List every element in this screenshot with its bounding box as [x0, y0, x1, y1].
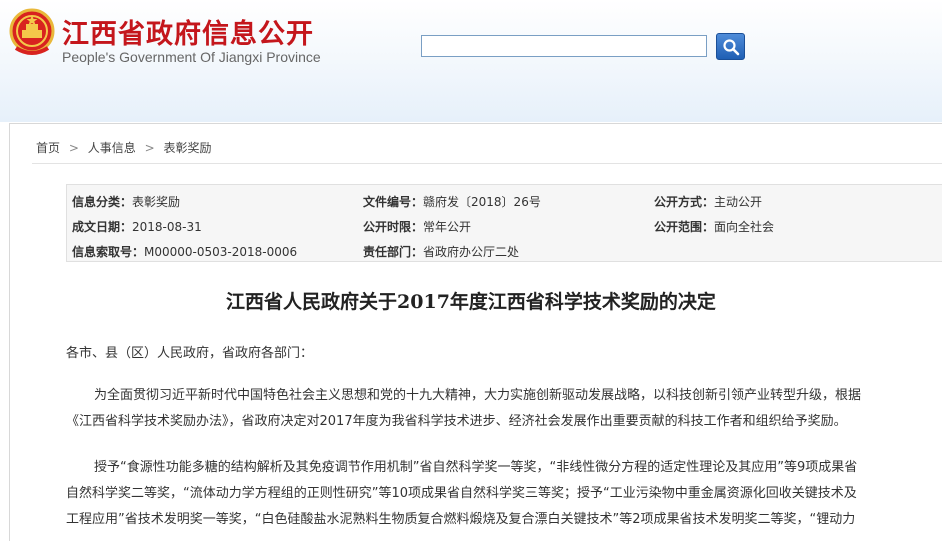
- meta-date-label: 成文日期：: [72, 220, 133, 234]
- breadcrumb-awards[interactable]: 表彰奖励: [163, 141, 211, 155]
- breadcrumb-personnel[interactable]: 人事信息: [88, 141, 136, 155]
- meta-period-label: 公开时限：: [363, 220, 424, 234]
- national-emblem-icon: [9, 8, 55, 55]
- meta-index: 信息索取号：M00000-0503-2018-0006: [72, 243, 297, 260]
- meta-scope: 公开范围：面向全社会: [654, 218, 774, 235]
- breadcrumb-home[interactable]: 首页: [36, 141, 60, 155]
- meta-docno-label: 文件编号：: [363, 195, 424, 209]
- meta-category-value: 表彰奖励: [132, 195, 181, 209]
- meta-docno-value: 赣府发〔2018〕26号: [423, 195, 541, 209]
- paragraph-2-line-3: 工程应用”省技术发明奖一等奖，“白色硅酸盐水泥熟料生物质复合燃料煅烧及复合漂白关…: [66, 512, 856, 527]
- meta-scope-value: 面向全社会: [714, 220, 775, 234]
- search-button[interactable]: [716, 33, 745, 60]
- site-title: 江西省政府信息公开: [62, 19, 314, 50]
- meta-index-label: 信息索取号：: [72, 245, 145, 259]
- meta-scope-label: 公开范围：: [654, 220, 715, 234]
- meta-method: 公开方式：主动公开: [654, 193, 762, 210]
- meta-dept-value: 省政府办公厅二处: [423, 245, 520, 259]
- paragraph-1-line-2: 《江西省科学技术奖励办法》，省政府决定对2017年度为我省科学技术进步、经济社会…: [66, 414, 847, 429]
- paragraph-1-line-1: 为全面贯彻习近平新时代中国特色社会主义思想和党的十九大精神，大力实施创新驱动发展…: [94, 388, 862, 403]
- meta-date-value: 2018-08-31: [132, 220, 202, 234]
- meta-date: 成文日期：2018-08-31: [72, 218, 202, 235]
- document-title: 江西省人民政府关于2017年度江西省科学技术奖励的决定: [226, 291, 716, 313]
- meta-method-label: 公开方式：: [654, 195, 715, 209]
- meta-period-value: 常年公开: [423, 220, 472, 234]
- meta-category-label: 信息分类：: [72, 195, 133, 209]
- meta-docno: 文件编号：赣府发〔2018〕26号: [363, 193, 541, 210]
- site-header: 江西省政府信息公开 People's Government Of Jiangxi…: [0, 0, 942, 122]
- meta-dept-label: 责任部门：: [363, 245, 424, 259]
- divider: [32, 163, 942, 164]
- meta-dept: 责任部门：省政府办公厅二处: [363, 243, 519, 260]
- meta-category: 信息分类：表彰奖励: [72, 193, 180, 210]
- salutation: 各市、县（区）人民政府，省政府各部门：: [66, 346, 314, 361]
- paragraph-2-line-1: 授予“食源性功能多糖的结构解析及其免疫调节作用机制”省自然科学奖一等奖，“非线性…: [94, 460, 858, 475]
- search-icon: [723, 39, 740, 56]
- breadcrumb: 首页 > 人事信息 > 表彰奖励: [36, 139, 211, 156]
- site-subtitle: People's Government Of Jiangxi Province: [62, 49, 321, 65]
- meta-method-value: 主动公开: [714, 195, 763, 209]
- meta-index-value: M00000-0503-2018-0006: [144, 245, 298, 259]
- meta-period: 公开时限：常年公开: [363, 218, 471, 235]
- chevron-right-icon: >: [144, 141, 155, 155]
- paragraph-2-line-2: 自然科学奖二等奖，“流体动力学方程组的正则性研究”等10项成果省自然科学奖三等奖…: [66, 486, 857, 501]
- chevron-right-icon: >: [68, 141, 79, 155]
- search-input[interactable]: [421, 35, 707, 57]
